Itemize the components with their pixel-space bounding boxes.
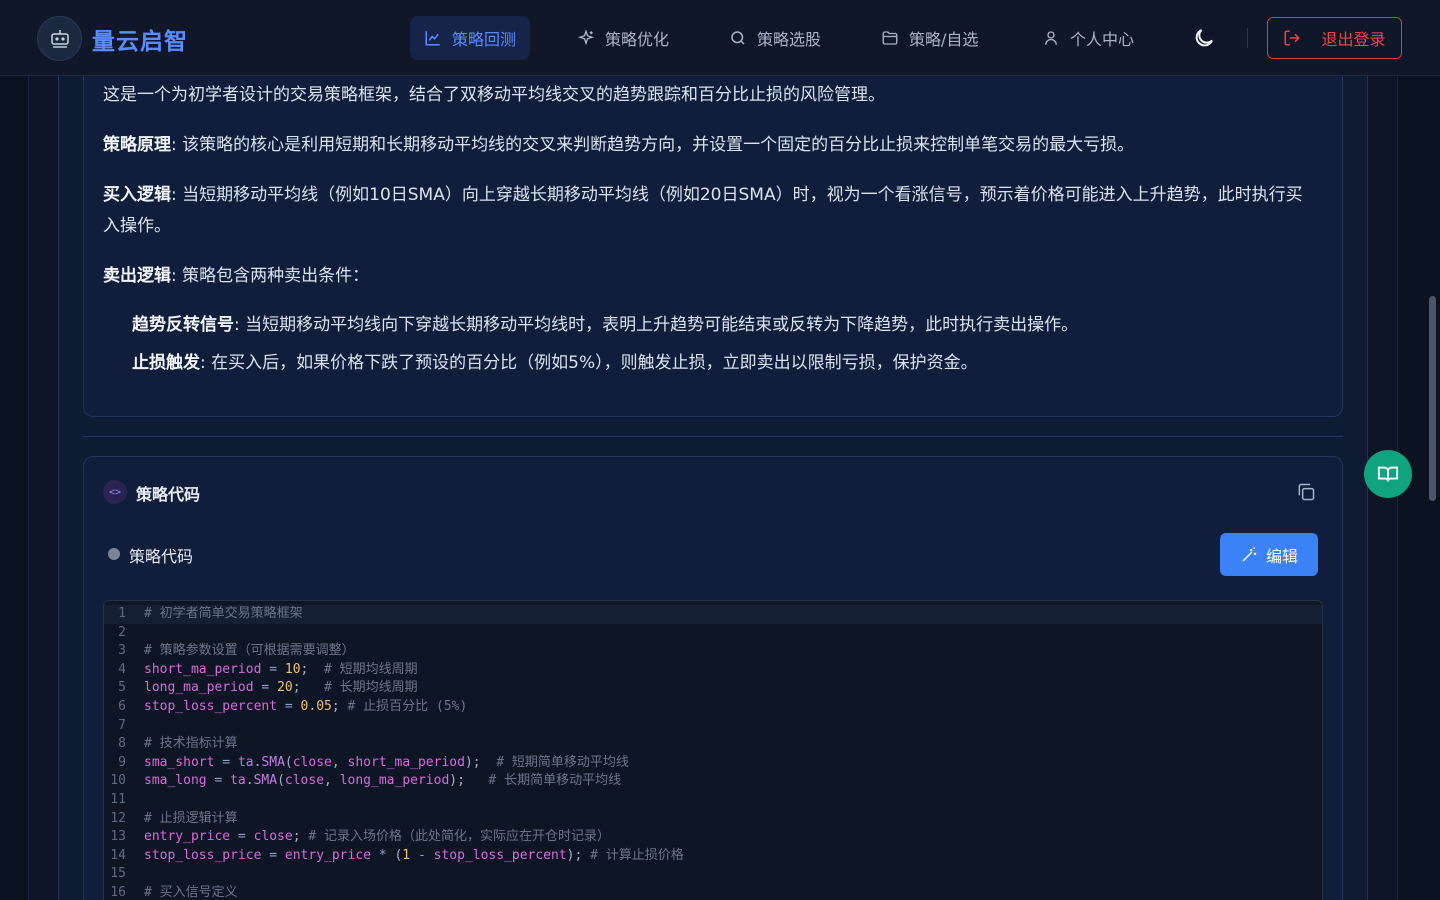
line-number: 13 [110,829,126,845]
logo-icon [50,29,69,48]
line-number: 6 [118,699,126,714]
code-line: 11 [104,791,1322,810]
top-navigation-bar: 量云启智 策略回测 策略优化 策略选股 策略/自选 个人中心 退出登录 [0,0,1440,76]
user-icon [1045,31,1057,45]
code-subtitle: 策略代码 [129,547,194,566]
sell-item-text: : 当短期移动平均线向下穿越长期移动平均线时，表明上升趋势可能结束或反转为下降趋… [234,315,1079,335]
status-dot [108,548,120,560]
code-text: sma_short = ta.SMA(close, short_ma_perio… [144,754,629,770]
line-number: 14 [110,847,126,863]
nav-item-optimize[interactable]: 策略优化 [563,16,683,60]
line-number: 12 [110,810,126,826]
scrollbar-thumb[interactable] [1429,296,1436,501]
folder-icon [882,31,898,45]
line-number: 16 [110,885,126,900]
logo[interactable] [37,16,82,61]
code-line: 7 [104,717,1322,736]
code-editor[interactable]: 1 # 初学者简单交易策略框架 2 3 # 策略参数设置（可根据需要调整） 4 short_… [103,600,1323,900]
code-text: # 技术指标计算 [144,736,238,752]
code-line: 10 sma_long = ta.SMA(close, long_ma_perio… [104,772,1322,791]
line-number: 2 [118,624,126,640]
line-number: 1 [118,606,126,621]
code-line: 2 [104,624,1322,643]
nav-item-label: 个人中心 [1070,30,1135,49]
description-principle: 策略原理: 该策略的核心是利用短期和长期移动平均线的交叉来判断趋势方向，并设置一… [103,130,1318,161]
code-text: # 止损逻辑计算 [144,810,238,826]
code-line: 16 # 买入信号定义 [104,884,1322,900]
sell-item-text: : 在买入后，如果价格下跌了预设的百分比（例如5%），则触发止损，立即卖出以限制… [200,353,978,373]
code-text: sma_long = ta.SMA(close, long_ma_period)… [144,773,622,789]
line-number: 15 [110,866,126,882]
code-text: # 策略参数设置（可根据需要调整） [144,643,355,659]
sell-item-label: 趋势反转信号 [132,315,234,335]
chart-line-icon [425,31,440,46]
code-section-title: 策略代码 [136,485,201,504]
code-line: 12 # 止损逻辑计算 [104,810,1322,829]
code-text: stop_loss_percent = 0.05; # 止损百分比 (5%) [144,699,468,714]
code-text: stop_loss_price = entry_price * (1 - sto… [144,847,684,863]
nav-item-watchlist[interactable]: 策略/自选 [867,16,992,60]
line-number: 7 [118,717,126,733]
sell-text: : 策略包含两种卖出条件： [171,266,370,286]
code-text: # 初学者简单交易策略框架 [144,606,303,621]
description-intro: 这是一个为初学者设计的交易策略框架，结合了双移动平均线交叉的趋势跟踪和百分比止损… [103,85,885,105]
code-text: # 买入信号定义 [144,885,238,900]
nav-item-label: 策略/自选 [909,30,979,49]
nav-divider [1247,28,1248,48]
sell-item-trend-reversal: 趋势反转信号: 当短期移动平均线向下穿越长期移动平均线时，表明上升趋势可能结束或… [132,310,1322,341]
line-number: 4 [118,661,126,677]
logout-button[interactable]: 退出登录 [1267,17,1402,59]
nav-item-profile[interactable]: 个人中心 [1028,16,1148,60]
code-text: long_ma_period = 20; # 长期均线周期 [144,680,418,696]
nav-item-label: 策略回测 [452,30,517,49]
line-number: 10 [110,773,126,789]
edit-button-label: 编辑 [1265,546,1298,566]
line-number: 3 [118,643,126,659]
code-line: 1 # 初学者简单交易策略框架 [104,605,1322,624]
code-line: 3 # 策略参数设置（可根据需要调整） [104,642,1322,661]
sell-label: 卖出逻辑 [103,266,171,286]
principle-label: 策略原理 [103,135,171,155]
line-number: 11 [110,792,126,807]
nav-item-stock-picking[interactable]: 策略选股 [715,16,835,60]
buy-text: : 当短期移动平均线（例如10日SMA）向上穿越长期移动平均线（例如20日SMA… [103,185,1303,236]
sell-item-label: 止损触发 [132,353,200,373]
code-line: 5 long_ma_period = 20; # 长期均线周期 [104,679,1322,698]
code-icon: <> [103,480,127,504]
logout-label: 退出登录 [1321,30,1386,49]
guide-float-button[interactable] [1364,450,1412,498]
code-line: 4 short_ma_period = 10; # 短期均线周期 [104,661,1322,680]
code-line: 8 # 技术指标计算 [104,735,1322,754]
section-divider [83,436,1343,437]
edit-button[interactable]: 编辑 [1220,533,1318,576]
sell-item-stop-loss: 止损触发: 在买入后，如果价格下跌了预设的百分比（例如5%），则触发止损，立即卖… [132,348,1322,379]
nav-item-label: 策略优化 [605,30,670,49]
line-number: 8 [118,736,126,752]
description-sell-logic: 卖出逻辑: 策略包含两种卖出条件： [103,261,1318,292]
code-line: 6 stop_loss_percent = 0.05; # 止损百分比 (5%) [104,698,1322,717]
code-line: 9 sma_short = ta.SMA(close, short_ma_peri… [104,754,1322,773]
brand-name[interactable]: 量云启智 [92,22,188,56]
search-icon [731,31,745,45]
buy-label: 买入逻辑 [103,185,171,205]
principle-text: : 该策略的核心是利用短期和长期移动平均线的交叉来判断趋势方向，并设置一个固定的… [171,135,1135,155]
line-number: 5 [118,680,126,696]
line-number: 9 [118,754,126,770]
code-line: 14 stop_loss_price = entry_price * (1 - s… [104,847,1322,866]
moon-icon[interactable] [1192,26,1216,50]
magic-wand-icon [1242,547,1257,562]
code-text: short_ma_period = 10; # 短期均线周期 [144,661,418,677]
copy-icon[interactable] [1296,482,1316,502]
sparkles-icon [577,29,595,46]
nav-item-backtest[interactable]: 策略回测 [410,16,531,60]
logout-icon [1284,30,1301,46]
code-text: entry_price = close; # 记录入场价格（此处简化，实际应在开… [144,829,611,845]
book-icon [1377,466,1399,482]
description-buy-logic: 买入逻辑: 当短期移动平均线（例如10日SMA）向上穿越长期移动平均线（例如20… [103,180,1318,242]
nav-item-label: 策略选股 [757,30,822,49]
code-line: 13 entry_price = close; # 记录入场价格（此处简化，实际应… [104,828,1322,847]
code-line: 15 [104,865,1322,884]
